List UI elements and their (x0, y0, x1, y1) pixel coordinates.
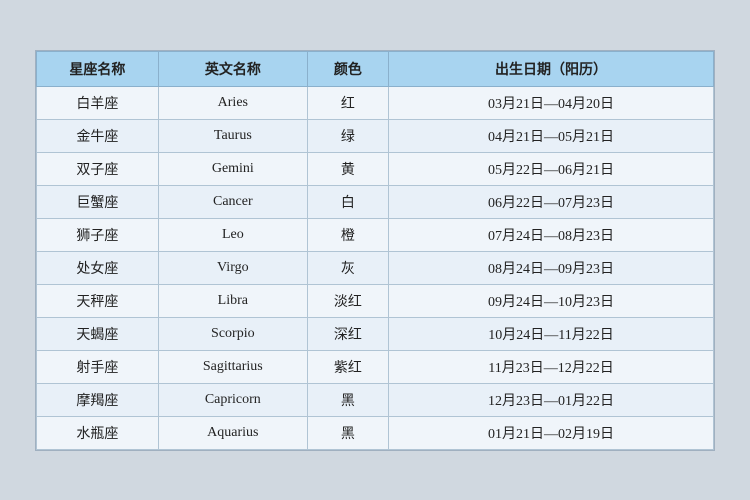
table-row: 金牛座Taurus绿04月21日—05月21日 (37, 119, 714, 152)
cell-chinese: 处女座 (37, 251, 159, 284)
cell-english: Aquarius (158, 416, 307, 449)
cell-chinese: 水瓶座 (37, 416, 159, 449)
header-english: 英文名称 (158, 51, 307, 86)
cell-color: 紫红 (307, 350, 388, 383)
cell-color: 黄 (307, 152, 388, 185)
cell-color: 橙 (307, 218, 388, 251)
zodiac-table: 星座名称 英文名称 颜色 出生日期（阳历） 白羊座Aries红03月21日—04… (36, 51, 714, 450)
cell-date: 07月24日—08月23日 (389, 218, 714, 251)
table-row: 天秤座Libra淡红09月24日—10月23日 (37, 284, 714, 317)
cell-chinese: 白羊座 (37, 86, 159, 119)
cell-chinese: 巨蟹座 (37, 185, 159, 218)
cell-date: 11月23日—12月22日 (389, 350, 714, 383)
header-color: 颜色 (307, 51, 388, 86)
cell-date: 05月22日—06月21日 (389, 152, 714, 185)
cell-color: 深红 (307, 317, 388, 350)
cell-english: Taurus (158, 119, 307, 152)
cell-date: 10月24日—11月22日 (389, 317, 714, 350)
cell-chinese: 摩羯座 (37, 383, 159, 416)
cell-english: Virgo (158, 251, 307, 284)
cell-chinese: 双子座 (37, 152, 159, 185)
cell-date: 09月24日—10月23日 (389, 284, 714, 317)
cell-english: Scorpio (158, 317, 307, 350)
cell-date: 01月21日—02月19日 (389, 416, 714, 449)
cell-color: 淡红 (307, 284, 388, 317)
table-row: 狮子座Leo橙07月24日—08月23日 (37, 218, 714, 251)
cell-color: 红 (307, 86, 388, 119)
cell-chinese: 狮子座 (37, 218, 159, 251)
cell-chinese: 天蝎座 (37, 317, 159, 350)
table-row: 双子座Gemini黄05月22日—06月21日 (37, 152, 714, 185)
cell-date: 04月21日—05月21日 (389, 119, 714, 152)
header-chinese: 星座名称 (37, 51, 159, 86)
cell-english: Cancer (158, 185, 307, 218)
table-row: 白羊座Aries红03月21日—04月20日 (37, 86, 714, 119)
cell-chinese: 金牛座 (37, 119, 159, 152)
table-row: 摩羯座Capricorn黑12月23日—01月22日 (37, 383, 714, 416)
cell-color: 黑 (307, 416, 388, 449)
header-date: 出生日期（阳历） (389, 51, 714, 86)
cell-english: Libra (158, 284, 307, 317)
cell-date: 03月21日—04月20日 (389, 86, 714, 119)
cell-english: Leo (158, 218, 307, 251)
cell-color: 灰 (307, 251, 388, 284)
table-row: 水瓶座Aquarius黑01月21日—02月19日 (37, 416, 714, 449)
cell-color: 白 (307, 185, 388, 218)
table-row: 射手座Sagittarius紫红11月23日—12月22日 (37, 350, 714, 383)
cell-english: Sagittarius (158, 350, 307, 383)
table-row: 天蝎座Scorpio深红10月24日—11月22日 (37, 317, 714, 350)
table-row: 处女座Virgo灰08月24日—09月23日 (37, 251, 714, 284)
cell-english: Capricorn (158, 383, 307, 416)
cell-english: Gemini (158, 152, 307, 185)
cell-chinese: 射手座 (37, 350, 159, 383)
cell-color: 黑 (307, 383, 388, 416)
table-row: 巨蟹座Cancer白06月22日—07月23日 (37, 185, 714, 218)
cell-chinese: 天秤座 (37, 284, 159, 317)
cell-date: 08月24日—09月23日 (389, 251, 714, 284)
zodiac-table-container: 星座名称 英文名称 颜色 出生日期（阳历） 白羊座Aries红03月21日—04… (35, 50, 715, 451)
cell-date: 12月23日—01月22日 (389, 383, 714, 416)
cell-date: 06月22日—07月23日 (389, 185, 714, 218)
cell-color: 绿 (307, 119, 388, 152)
table-body: 白羊座Aries红03月21日—04月20日金牛座Taurus绿04月21日—0… (37, 86, 714, 449)
table-header-row: 星座名称 英文名称 颜色 出生日期（阳历） (37, 51, 714, 86)
cell-english: Aries (158, 86, 307, 119)
